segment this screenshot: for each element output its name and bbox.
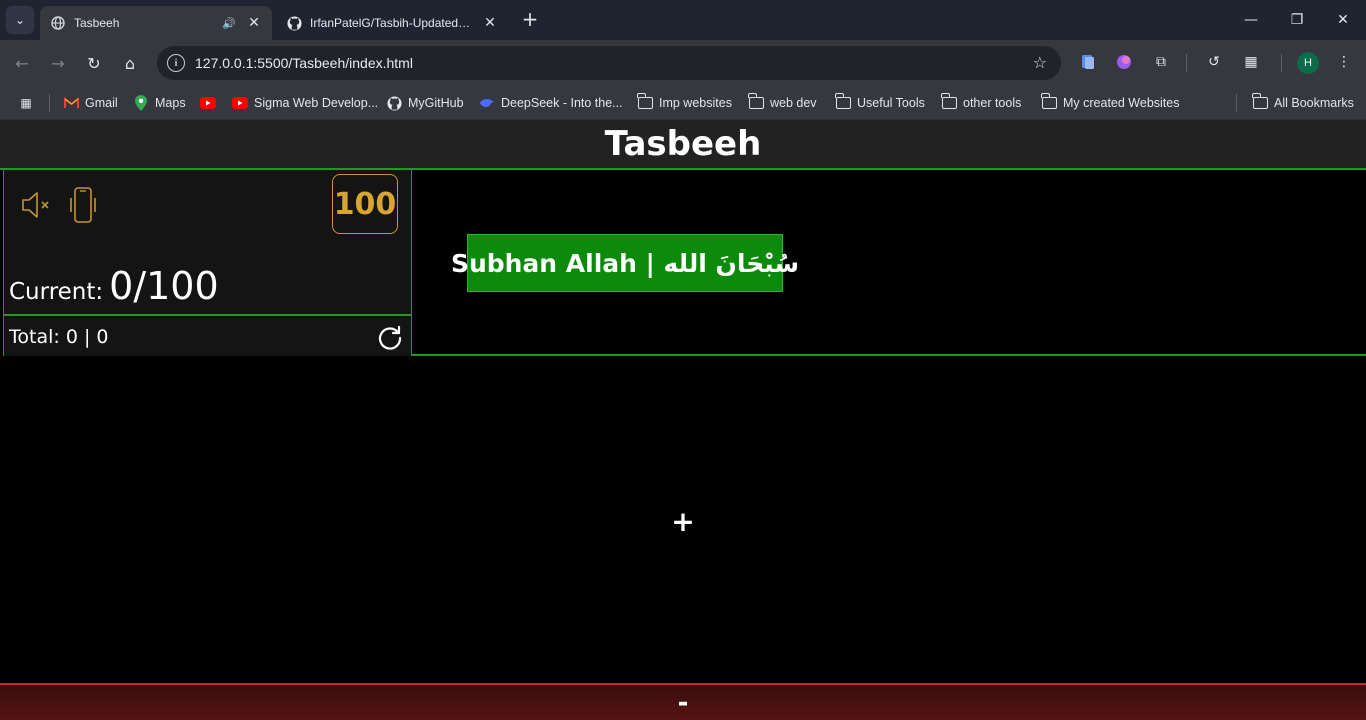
github-icon [386,95,402,111]
speaker-icon[interactable]: 🔊 [222,17,236,30]
tab-tasbeeh[interactable]: Tasbeeh 🔊 ✕ [40,6,272,40]
bookmark-folder-web-dev[interactable]: web dev [747,93,817,113]
close-tab-icon[interactable]: ✕ [246,15,262,31]
maps-icon [133,95,149,111]
folder-icon [636,93,653,111]
close-tab-icon[interactable]: ✕ [482,15,498,31]
close-window-icon[interactable]: ✕ [1320,0,1366,40]
reload-icon[interactable]: ↻ [80,49,108,77]
restore-window-icon[interactable]: ❐ [1274,0,1320,40]
browser-tab-bar: ⌄ Tasbeeh 🔊 ✕ IrfanPatelG/Tasbih-Updated… [0,0,1366,40]
bookmark-folder-my-created-websites[interactable]: My created Websites [1040,93,1179,113]
current-value: 0/100 [109,264,219,308]
bookmark-maps[interactable]: Maps [133,93,186,113]
dhikr-area: Subhan Allah | سُبْحَانَ الله [412,170,1366,356]
minus-sign: - [677,687,689,718]
plus-sign: + [671,504,695,538]
total-count: Total: 0 | 0 [9,326,109,348]
folder-icon [834,93,851,111]
url-text[interactable]: 127.0.0.1:5500/Tasbeeh/index.html [195,55,413,71]
all-bookmarks-folder[interactable]: All Bookmarks [1251,93,1354,113]
new-tab-button[interactable]: + [518,8,542,32]
gmail-icon [63,95,79,111]
dhikr-select-button[interactable]: Subhan Allah | سُبْحَانَ الله [451,234,799,292]
history-icon[interactable]: ↺ [1203,51,1225,73]
bookmark-star-icon[interactable]: ☆ [1033,53,1047,72]
minimize-window-icon[interactable]: — [1228,0,1274,40]
folder-icon [1251,93,1268,111]
bookmark-folder-useful-tools[interactable]: Useful Tools [834,93,925,113]
counter-panel: 100 Current: 0/100 Total: 0 | 0 [3,170,412,356]
vibrate-phone-icon[interactable] [68,186,98,224]
bookmarks-divider [49,94,50,112]
counter-panel-top: 100 Current: 0/100 [4,170,411,316]
youtube-icon [200,95,216,111]
decrement-area[interactable]: - [0,683,1366,720]
back-arrow-icon[interactable]: ← [8,49,36,77]
folder-icon [940,93,957,111]
bookmark-folder-other-tools[interactable]: other tools [940,93,1021,113]
mute-speaker-icon[interactable] [20,188,52,222]
bookmark-sigma-web-dev[interactable]: Sigma Web Develop... [232,93,378,113]
bookmark-gmail[interactable]: Gmail [63,93,118,113]
site-info-icon[interactable]: i [167,54,185,72]
toolbar-divider [1186,54,1187,72]
toolbar-divider [1281,54,1282,72]
browser-toolbar: ← → ↻ ⌂ i 127.0.0.1:5500/Tasbeeh/index.h… [0,40,1366,86]
bookmark-deepseek[interactable]: DeepSeek - Into the... [479,93,623,113]
forward-arrow-icon[interactable]: → [44,49,72,77]
qr-code-icon[interactable]: ▦ [1240,51,1262,73]
extension-ai-icon[interactable] [1113,51,1135,73]
bookmarks-divider [1236,94,1237,112]
target-count-button[interactable]: 100 [332,174,398,234]
folder-icon [747,93,764,111]
address-bar[interactable]: i 127.0.0.1:5500/Tasbeeh/index.html ☆ [157,46,1061,80]
counter-panel-bottom: Total: 0 | 0 [4,318,411,356]
bookmark-folder-imp-websites[interactable]: Imp websites [636,93,732,113]
bookmarks-bar: ▦ Gmail Maps Sigma Web Develop... MyGitH… [0,86,1366,120]
extension-docs-icon[interactable] [1077,51,1099,73]
tasbeeh-app: Tasbeeh 100 Current: 0/100 Total: 0 | 0 … [0,120,1366,720]
menu-dots-icon[interactable]: ⋮ [1333,51,1355,73]
youtube-icon [232,95,248,111]
extensions-puzzle-icon[interactable]: ⧉ [1150,51,1172,73]
bookmark-youtube[interactable] [200,93,222,113]
page-title: Tasbeeh [604,124,762,164]
deepseek-icon [479,95,495,111]
app-header: Tasbeeh [0,120,1366,170]
reset-icon[interactable] [377,324,403,350]
current-count: Current: 0/100 [9,264,219,308]
current-label: Current: [9,279,104,305]
bookmark-mygithub[interactable]: MyGitHub [386,93,464,113]
globe-icon [50,15,66,31]
home-icon[interactable]: ⌂ [116,49,144,77]
folder-icon [1040,93,1057,111]
tab-title: Tasbeeh [74,16,120,30]
profile-avatar[interactable]: H [1297,52,1319,74]
github-icon [286,15,302,31]
apps-grid-icon[interactable]: ▦ [18,93,34,113]
tab-title: IrfanPatelG/Tasbih-Updated: M [310,16,472,30]
tab-search-button[interactable]: ⌄ [6,6,34,34]
increment-area[interactable]: + [0,358,1366,684]
tab-github[interactable]: IrfanPatelG/Tasbih-Updated: M ✕ [276,6,508,40]
